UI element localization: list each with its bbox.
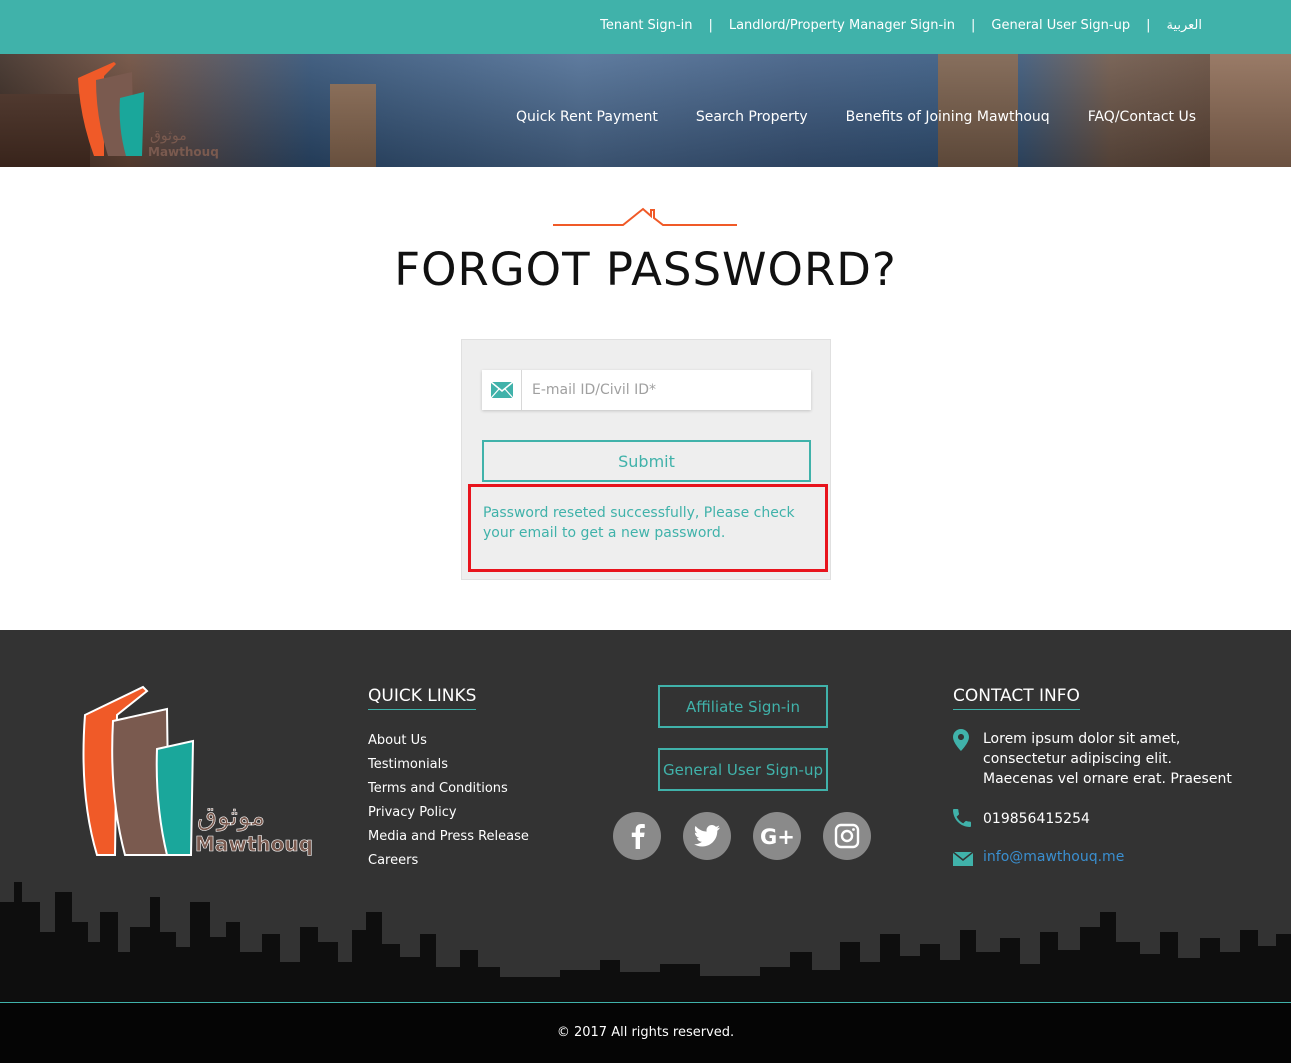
address-line: consectetur adipiscing elit. bbox=[983, 751, 1172, 767]
nav-search-property[interactable]: Search Property bbox=[696, 109, 808, 125]
twitter-icon[interactable] bbox=[683, 812, 731, 860]
divider: | bbox=[708, 18, 713, 33]
quick-link-media[interactable]: Media and Press Release bbox=[368, 829, 529, 853]
nav-benefits[interactable]: Benefits of Joining Mawthouq bbox=[846, 109, 1050, 125]
submit-button[interactable]: Submit bbox=[482, 440, 811, 482]
quick-links-title: QUICK LINKS bbox=[368, 686, 477, 710]
address-line: Maecenas vel ornare erat. Praesent bbox=[983, 771, 1232, 787]
email-input[interactable] bbox=[522, 371, 811, 409]
landlord-signin-link[interactable]: Landlord/Property Manager Sign-in bbox=[729, 18, 955, 33]
contact-info-title: CONTACT INFO bbox=[953, 686, 1080, 710]
email-link[interactable]: info@mawthouq.me bbox=[983, 849, 1124, 865]
footer-logo-latin: Mawthouq bbox=[195, 832, 313, 856]
contact-email: info@mawthouq.me bbox=[952, 849, 1124, 870]
quick-link-privacy[interactable]: Privacy Policy bbox=[368, 805, 529, 829]
mawthouq-logo[interactable]: موثوق Mawthouq bbox=[74, 58, 224, 162]
quick-link-careers[interactable]: Careers bbox=[368, 853, 529, 877]
divider: | bbox=[971, 18, 976, 33]
general-user-signup-button[interactable]: General User Sign-up bbox=[658, 748, 828, 791]
copyright-text: © 2017 All rights reserved. bbox=[556, 1025, 735, 1040]
location-pin-icon bbox=[953, 729, 983, 755]
forgot-password-form: Submit Password reseted successfully, Pl… bbox=[461, 339, 831, 580]
tenant-signin-link[interactable]: Tenant Sign-in bbox=[600, 18, 692, 33]
main-nav: Quick Rent Payment Search Property Benef… bbox=[516, 109, 1196, 125]
footer: موثوق Mawthouq QUICK LINKS About Us Test… bbox=[0, 630, 1291, 1002]
quick-link-about-us[interactable]: About Us bbox=[368, 733, 529, 757]
quick-link-terms[interactable]: Terms and Conditions bbox=[368, 781, 529, 805]
envelope-icon bbox=[952, 849, 983, 870]
success-message-highlight: Password reseted successfully, Please ch… bbox=[468, 484, 828, 572]
address-line: Lorem ipsum dolor sit amet, bbox=[983, 731, 1181, 747]
logo-latin: Mawthouq bbox=[148, 145, 219, 159]
page-title: FORGOT PASSWORD? bbox=[394, 243, 897, 296]
facebook-icon[interactable] bbox=[613, 812, 661, 860]
city-skyline-graphic bbox=[0, 882, 1291, 1002]
hero-banner: موثوق Mawthouq Quick Rent Payment Search… bbox=[0, 54, 1291, 167]
phone-icon bbox=[953, 809, 983, 831]
quick-link-testimonials[interactable]: Testimonials bbox=[368, 757, 529, 781]
contact-address: Lorem ipsum dolor sit amet, consectetur … bbox=[953, 729, 1232, 789]
arabic-language-link[interactable]: العربية bbox=[1166, 18, 1202, 33]
instagram-icon[interactable] bbox=[823, 812, 871, 860]
house-ornament-icon bbox=[553, 207, 737, 226]
affiliate-signin-button[interactable]: Affiliate Sign-in bbox=[658, 685, 828, 728]
nav-faq-contact[interactable]: FAQ/Contact Us bbox=[1088, 109, 1196, 125]
nav-quick-rent-payment[interactable]: Quick Rent Payment bbox=[516, 109, 658, 125]
logo-arabic: موثوق bbox=[150, 128, 187, 144]
quick-links-list: About Us Testimonials Terms and Conditio… bbox=[368, 733, 529, 877]
phone-number: 019856415254 bbox=[983, 811, 1090, 827]
top-bar: Tenant Sign-in | Landlord/Property Manag… bbox=[0, 0, 1291, 54]
general-user-signup-link[interactable]: General User Sign-up bbox=[991, 18, 1130, 33]
success-message: Password reseted successfully, Please ch… bbox=[483, 505, 795, 541]
footer-logo-arabic: موثوق bbox=[197, 802, 265, 832]
copyright-bar: © 2017 All rights reserved. bbox=[0, 1002, 1291, 1063]
google-plus-icon[interactable]: G+ bbox=[753, 812, 801, 860]
top-links: Tenant Sign-in | Landlord/Property Manag… bbox=[600, 18, 1202, 33]
svg-text:G+: G+ bbox=[760, 825, 794, 847]
contact-phone: 019856415254 bbox=[953, 809, 1090, 831]
envelope-icon bbox=[482, 370, 522, 410]
divider: | bbox=[1146, 18, 1151, 33]
email-field-wrapper bbox=[482, 370, 811, 410]
footer-mawthouq-logo[interactable]: موثوق Mawthouq bbox=[75, 685, 315, 860]
